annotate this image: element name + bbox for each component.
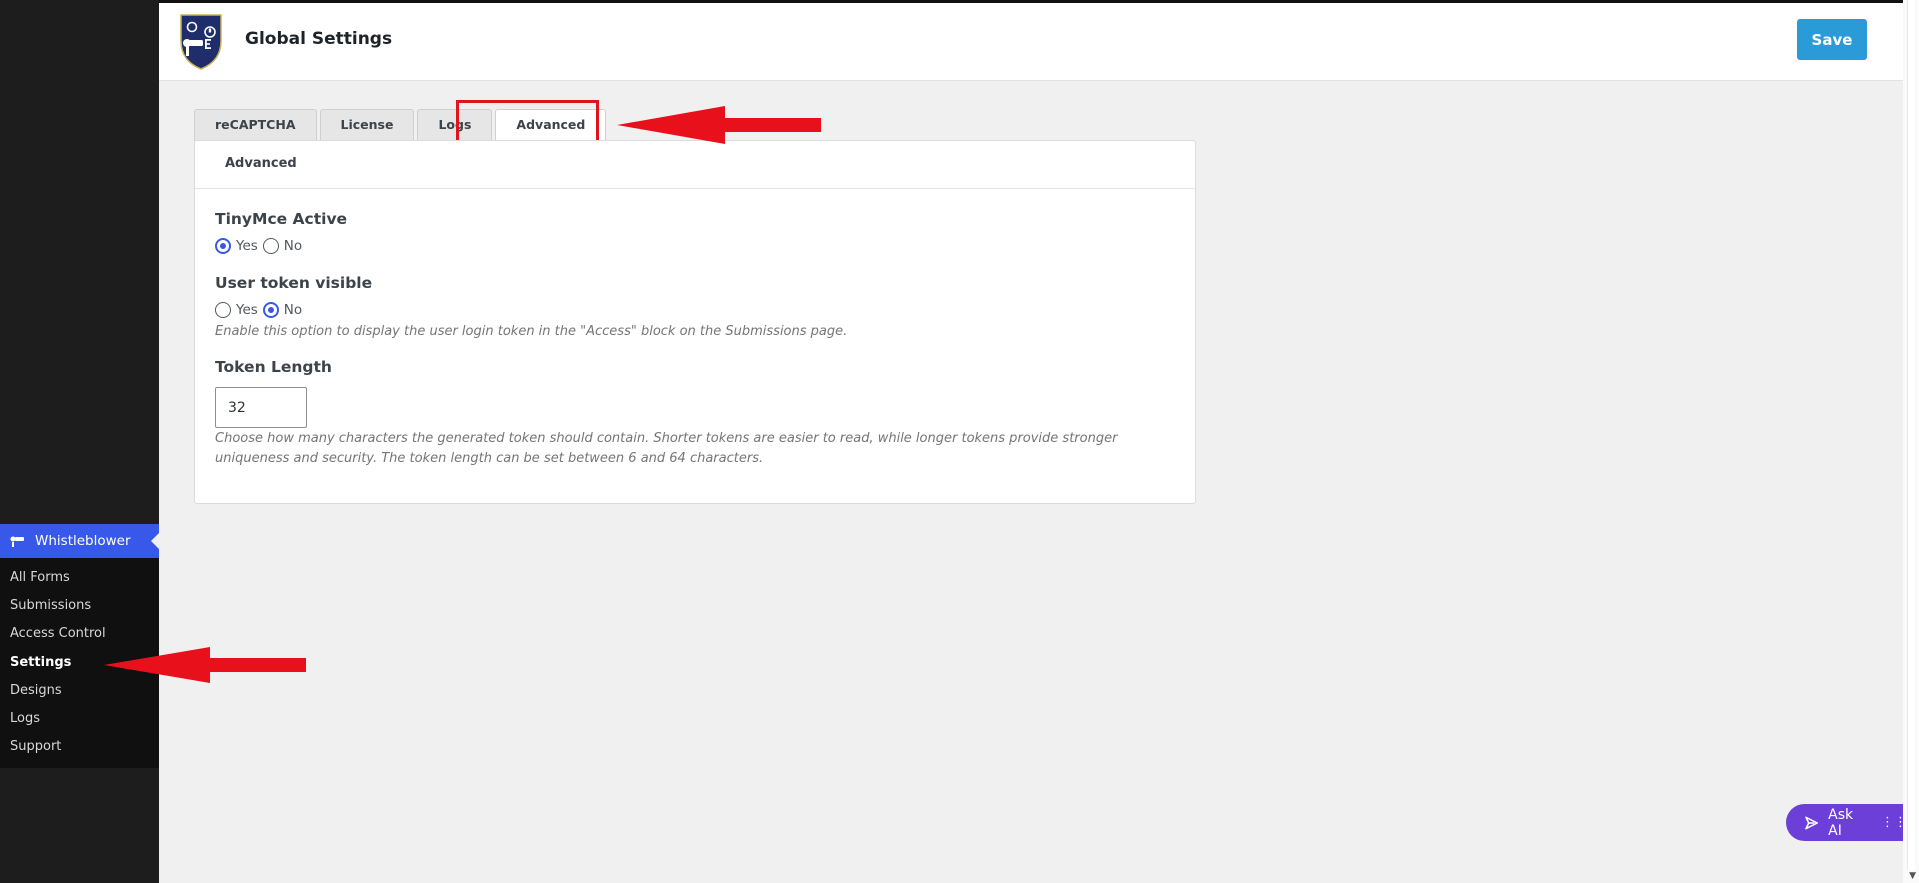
- user-token-no-label: No: [283, 302, 303, 318]
- page-header: Global Settings Save: [159, 3, 1903, 81]
- scroll-down-icon[interactable]: ▼: [1909, 871, 1916, 881]
- whistle-icon: [10, 536, 24, 547]
- ask-ai-button[interactable]: Ask AI ⋮⋮: [1786, 804, 1907, 841]
- tinymce-yes-radio[interactable]: [215, 238, 231, 254]
- page-title: Global Settings: [245, 29, 393, 49]
- ask-ai-label: Ask AI: [1828, 806, 1854, 839]
- sparkle-icon: [1805, 816, 1819, 829]
- user-token-label: User token visible: [215, 274, 373, 292]
- sidebar-item-all-forms[interactable]: All Forms: [0, 564, 159, 592]
- user-token-no-radio[interactable]: [262, 302, 279, 318]
- scrollbar-thumb[interactable]: [1907, 0, 1915, 870]
- save-button[interactable]: Save: [1797, 19, 1867, 60]
- user-token-radio-group: Yes No: [215, 302, 307, 318]
- tinymce-radio-group: Yes No: [215, 238, 307, 254]
- user-token-yes-label: Yes: [236, 302, 258, 318]
- panel-heading: Advanced: [195, 141, 1195, 189]
- token-length-input[interactable]: [215, 387, 307, 428]
- whistleblower-logo: [180, 14, 222, 70]
- annotation-arrow-tabs: [617, 106, 821, 144]
- sidebar-parent-label: Whistleblower: [35, 533, 131, 549]
- tab-license[interactable]: License: [319, 109, 415, 141]
- tinymce-no-label: No: [283, 238, 303, 254]
- user-token-yes-radio[interactable]: [215, 302, 231, 318]
- sidebar-item-whistleblower[interactable]: Whistleblower: [0, 524, 159, 558]
- tinymce-no-radio[interactable]: [262, 238, 279, 254]
- token-length-label: Token Length: [215, 358, 332, 376]
- sidebar-item-support[interactable]: Support: [0, 733, 159, 761]
- user-token-description: Enable this option to display the user l…: [215, 324, 848, 339]
- tab-recaptcha[interactable]: reCAPTCHA: [194, 109, 317, 141]
- annotation-arrow-settings: [104, 647, 306, 683]
- advanced-settings-panel: Advanced TinyMce Active Yes No User toke…: [194, 140, 1196, 504]
- tinymce-label: TinyMce Active: [215, 210, 348, 228]
- sidebar-item-submissions[interactable]: Submissions: [0, 592, 159, 620]
- tinymce-yes-label: Yes: [236, 238, 258, 254]
- page-scrollbar[interactable]: ▼: [1903, 0, 1919, 883]
- token-length-description: Choose how many characters the generated…: [215, 431, 1118, 466]
- sidebar-item-logs[interactable]: Logs: [0, 705, 159, 733]
